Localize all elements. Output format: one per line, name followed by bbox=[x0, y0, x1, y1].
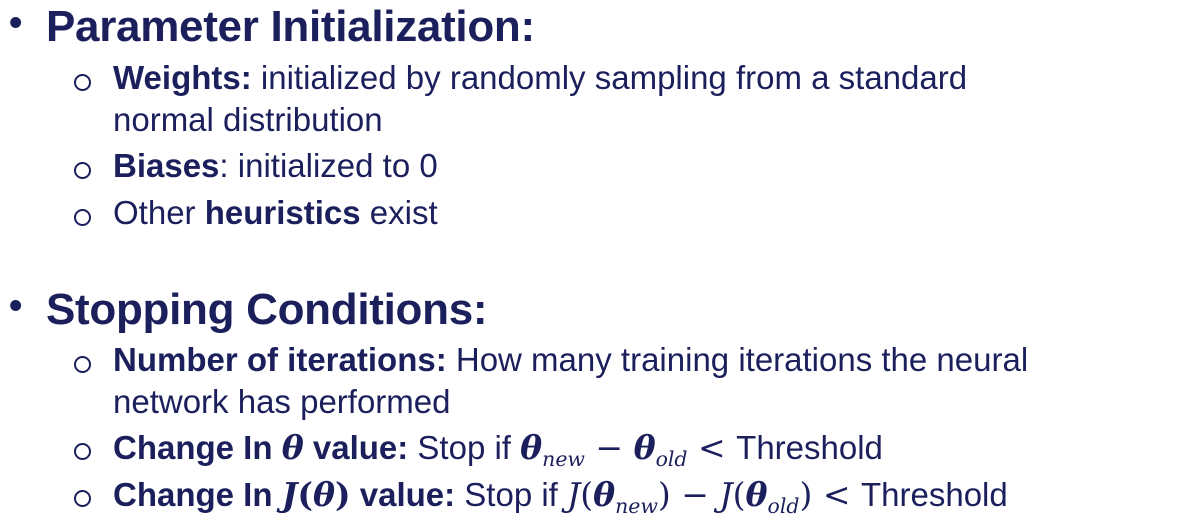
hollow-circle-bullet-icon bbox=[74, 162, 91, 179]
cost-j-symbol: J bbox=[281, 475, 298, 514]
paren-open: ( bbox=[297, 475, 313, 514]
bullet-dot-icon: • bbox=[9, 2, 23, 44]
hollow-circle-bullet-icon bbox=[74, 74, 91, 91]
math-subscript-new: new bbox=[615, 494, 658, 519]
item-text: Stop if bbox=[455, 476, 568, 513]
section-heading-parameter-initialization: • Parameter Initialization: bbox=[9, 2, 535, 51]
item-bold-label: Number of iterations: bbox=[113, 341, 447, 378]
section-heading-stopping-conditions: • Stopping Conditions: bbox=[9, 285, 488, 334]
item-bold-label-pre: Change In bbox=[113, 476, 282, 513]
math-theta: θ bbox=[593, 475, 616, 514]
item-bold-label-post: value: bbox=[303, 429, 409, 466]
math-j: J bbox=[719, 475, 733, 514]
item-bold-label: Weights: bbox=[113, 59, 252, 96]
math-subscript-old: old bbox=[655, 447, 688, 472]
list-item-change-in-theta: Change In θ value: Stop if θnew − θold <… bbox=[74, 428, 883, 469]
item-text: initialized by randomly sampling from a … bbox=[251, 59, 968, 96]
bullet-dot-icon: • bbox=[9, 285, 23, 327]
math-paren-close: ) bbox=[657, 475, 671, 514]
math-j: J bbox=[567, 475, 581, 514]
item-text: How many training iterations the neural bbox=[446, 341, 1029, 378]
math-theta: θ bbox=[633, 428, 656, 467]
list-item-other-heuristics: Other heuristics exist bbox=[74, 194, 438, 232]
math-theta: θ bbox=[520, 428, 543, 467]
item-text-pre: Other bbox=[113, 194, 205, 231]
item-bold-label-pre: Change In bbox=[113, 429, 282, 466]
item-text: exist bbox=[360, 194, 438, 231]
hollow-circle-bullet-icon bbox=[74, 443, 91, 460]
slide: • Parameter Initialization: Weights: ini… bbox=[0, 0, 1177, 532]
item-bold-label-post: value: bbox=[350, 476, 456, 513]
theta-symbol: θ bbox=[312, 475, 335, 514]
item-text: Stop if bbox=[408, 429, 521, 466]
math-minus: − bbox=[584, 428, 634, 467]
list-item-continuation: network has performed bbox=[113, 383, 451, 420]
theta-symbol: θ bbox=[281, 428, 304, 467]
hollow-circle-bullet-icon bbox=[74, 490, 91, 507]
math-paren-open: ( bbox=[580, 475, 594, 514]
hollow-circle-bullet-icon bbox=[74, 209, 91, 226]
hollow-circle-bullet-icon bbox=[74, 356, 91, 373]
item-bold-label: heuristics bbox=[204, 194, 361, 231]
math-theta: θ bbox=[745, 475, 768, 514]
item-text: : initialized to 0 bbox=[219, 147, 438, 184]
list-item-biases: Biases: initialized to 0 bbox=[74, 147, 438, 185]
item-bold-label: Biases bbox=[113, 147, 220, 184]
list-item-continuation: normal distribution bbox=[113, 101, 383, 138]
math-less-than: < bbox=[812, 475, 861, 514]
math-less-than: < bbox=[687, 428, 737, 467]
math-subscript-new: new bbox=[542, 447, 585, 472]
math-minus: − bbox=[670, 475, 720, 514]
list-item-weights: Weights: initialized by randomly samplin… bbox=[74, 59, 968, 97]
math-threshold: Threshold bbox=[861, 476, 1008, 513]
math-threshold: Threshold bbox=[736, 429, 883, 466]
list-item-change-in-cost: Change In J(θ) value: Stop if J(θnew) − … bbox=[74, 475, 1008, 516]
math-paren-close: ) bbox=[799, 475, 813, 514]
math-subscript-old: old bbox=[767, 494, 800, 519]
paren-close: ) bbox=[334, 475, 351, 514]
math-paren-open: ( bbox=[732, 475, 746, 514]
list-item-number-of-iterations: Number of iterations: How many training … bbox=[74, 341, 1029, 379]
